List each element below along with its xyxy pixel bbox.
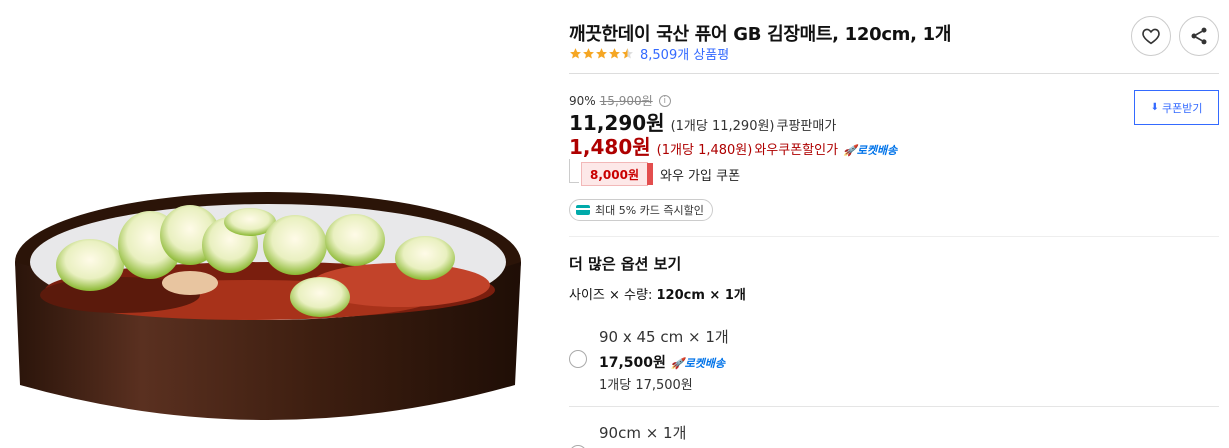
rocket-label: 로켓배송	[856, 144, 898, 157]
share-button[interactable]	[1179, 16, 1219, 56]
share-icon	[1191, 27, 1207, 45]
rocket-delivery-badge: 🚀로켓배송	[843, 142, 897, 158]
divider	[569, 73, 1219, 74]
wow-unit-price: (1개당 1,480원)	[656, 143, 753, 158]
rating-row[interactable]: 8,509개 상품평	[569, 44, 729, 63]
star-icon	[609, 47, 620, 58]
option-unit-price: 1개당 17,500원	[599, 378, 693, 393]
divider	[569, 236, 1219, 237]
option-price-row: 17,500원 🚀로켓배송	[599, 352, 725, 372]
card-discount-chip[interactable]: 최대 5% 카드 즉시할인	[569, 199, 713, 221]
option-price: 17,500원	[599, 355, 666, 371]
coupon-amount-badge: 8,000원	[581, 162, 653, 186]
wow-price: 1,480원	[569, 135, 651, 159]
coupon-download-label: 쿠폰받기	[1161, 101, 1203, 115]
size-value: 120cm × 1개	[656, 288, 746, 303]
kimchi-mat-illustration	[15, 192, 521, 420]
heart-icon	[1142, 28, 1160, 45]
coupon-bracket	[569, 159, 579, 183]
rocket-label: 로켓배송	[684, 357, 726, 370]
wishlist-button[interactable]	[1131, 16, 1171, 56]
star-icon	[596, 47, 607, 58]
option-item[interactable]: 90cm × 1개	[569, 406, 1219, 448]
option-item[interactable]: 90 x 45 cm × 1개 17,500원 🚀로켓배송 1개당 17,500…	[569, 310, 1219, 406]
option-radio[interactable]	[569, 350, 587, 368]
more-options-heading: 더 많은 옵션 보기	[569, 255, 682, 273]
rocket-icon: 🚀	[670, 357, 685, 370]
rocket-icon: 🚀	[843, 144, 857, 157]
option-name: 90cm × 1개	[599, 424, 687, 442]
size-label: 사이즈 × 수량:	[569, 288, 653, 303]
wow-price-row: 1,480원 (1개당 1,480원) 와우쿠폰할인가 🚀로켓배송	[569, 131, 897, 160]
product-info-panel: 깨끗한데이 국산 퓨어 GB 김장매트, 120cm, 1개 8,509개 상품…	[569, 0, 1219, 448]
rocket-delivery-badge: 🚀로켓배송	[671, 355, 725, 371]
product-image	[0, 0, 540, 448]
download-icon: ⬇	[1150, 102, 1159, 113]
star-half-icon	[622, 47, 633, 58]
discount-rate: 90%	[569, 93, 596, 108]
selected-size-row: 사이즈 × 수량: 120cm × 1개	[569, 284, 746, 303]
option-name: 90 x 45 cm × 1개	[599, 328, 729, 346]
review-count-link[interactable]: 8,509개 상품평	[640, 44, 729, 63]
star-icon	[570, 47, 581, 58]
info-icon[interactable]: i	[658, 94, 671, 107]
card-discount-label: 최대 5% 카드 즉시할인	[595, 204, 704, 217]
star-icon	[583, 47, 594, 58]
coupon-label: 와우 가입 쿠폰	[660, 168, 741, 184]
card-icon	[576, 205, 590, 215]
wow-price-label: 와우쿠폰할인가	[754, 143, 839, 158]
coupon-row: 8,000원 와우 가입 쿠폰	[569, 159, 741, 186]
star-rating	[569, 47, 634, 60]
coupon-download-button[interactable]: ⬇ 쿠폰받기	[1134, 90, 1219, 125]
product-title: 깨끗한데이 국산 퓨어 GB 김장매트, 120cm, 1개	[569, 24, 952, 45]
